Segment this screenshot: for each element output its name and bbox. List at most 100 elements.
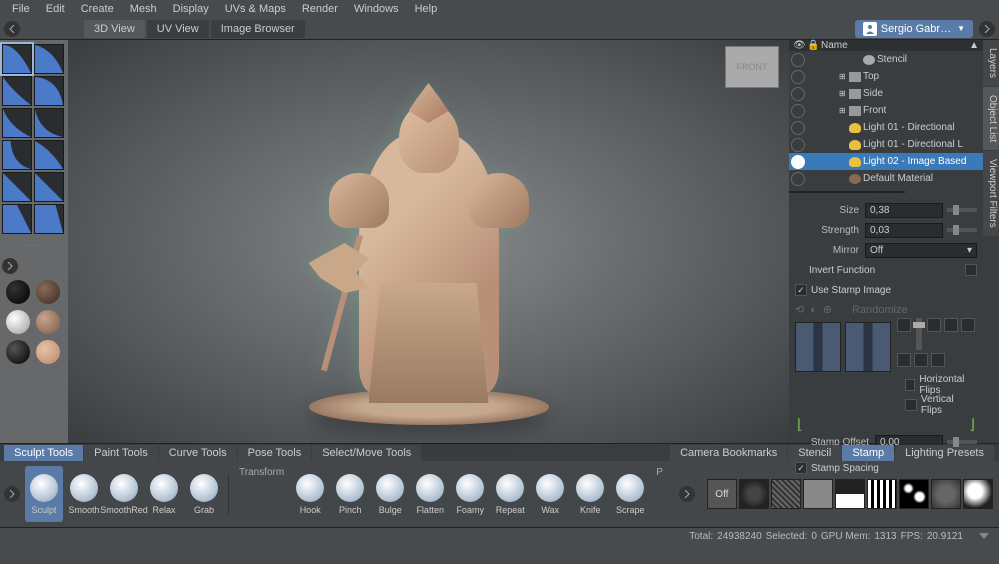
stamp-ctrl-4[interactable] xyxy=(961,318,975,332)
material-swatch-6[interactable] xyxy=(36,340,60,364)
menu-render[interactable]: Render xyxy=(294,3,346,15)
hflip-checkbox[interactable] xyxy=(905,379,915,391)
stamp-thumbnail-2[interactable] xyxy=(845,322,891,372)
stamp-ctrl-7[interactable] xyxy=(931,353,945,367)
falloff-curve-4[interactable] xyxy=(34,76,64,106)
tool-bulge[interactable]: Bulge xyxy=(371,466,409,522)
falloff-curve-3[interactable] xyxy=(2,76,32,106)
visibility-column-icon[interactable]: 👁 xyxy=(793,40,807,51)
tool-foamy[interactable]: Foamy xyxy=(451,466,489,522)
visibility-toggle[interactable] xyxy=(791,138,805,152)
stamp-ctrl-6[interactable] xyxy=(914,353,928,367)
tool-smoothred[interactable]: SmoothRed xyxy=(105,466,143,522)
falloff-curve-11[interactable] xyxy=(2,204,32,234)
visibility-toggle[interactable] xyxy=(791,121,805,135)
visibility-toggle[interactable] xyxy=(791,87,805,101)
stamp-preset-1[interactable] xyxy=(739,479,769,509)
menu-windows[interactable]: Windows xyxy=(346,3,407,15)
stamp-preset-6[interactable] xyxy=(899,479,929,509)
material-swatch-1[interactable] xyxy=(6,280,30,304)
visibility-toggle[interactable] xyxy=(791,104,805,118)
material-swatch-5[interactable] xyxy=(6,340,30,364)
tab-lighting-presets[interactable]: Lighting Presets xyxy=(895,445,994,461)
visibility-toggle[interactable] xyxy=(791,172,805,186)
tab-stamp[interactable]: Stamp xyxy=(842,445,894,461)
falloff-curve-5[interactable] xyxy=(2,108,32,138)
tab-paint-tools[interactable]: Paint Tools xyxy=(84,445,158,461)
size-slider[interactable] xyxy=(947,208,977,212)
stamp-preset-5[interactable] xyxy=(867,479,897,509)
tool-hook[interactable]: Hook xyxy=(291,466,329,522)
expand-icon[interactable]: ⊞ xyxy=(839,106,849,115)
panel-grip[interactable]: ····· xyxy=(24,240,44,250)
tool-flatten[interactable]: Flatten xyxy=(411,466,449,522)
stamp-offset-slider[interactable] xyxy=(947,440,977,444)
falloff-curve-8[interactable] xyxy=(34,140,64,170)
use-stamp-checkbox[interactable] xyxy=(795,284,807,296)
shelf-scroll-left[interactable] xyxy=(4,486,20,502)
outliner-item-default-material[interactable]: Default Material xyxy=(789,170,983,187)
tab-object-list[interactable]: Object List xyxy=(983,87,999,150)
lock-column-icon[interactable]: 🔒 xyxy=(807,40,821,51)
tab-image-browser[interactable]: Image Browser xyxy=(211,20,305,38)
outliner-item-side[interactable]: ⊞Side xyxy=(789,85,983,102)
material-swatch-3[interactable] xyxy=(6,310,30,334)
menu-edit[interactable]: Edit xyxy=(38,3,73,15)
stamp-flip-icon[interactable]: ◐ xyxy=(810,304,817,316)
right-panel-toggle[interactable] xyxy=(979,21,995,37)
menu-create[interactable]: Create xyxy=(73,3,122,15)
tab-viewport-filters[interactable]: Viewport Filters xyxy=(983,151,999,236)
tab-uv-view[interactable]: UV View xyxy=(147,20,209,38)
outliner-item-stencil[interactable]: Stencil xyxy=(789,51,983,68)
name-column-header[interactable]: Name xyxy=(821,40,848,51)
mirror-select[interactable]: Off▾ xyxy=(865,243,977,258)
tab-layers[interactable]: Layers xyxy=(983,40,999,86)
falloff-curve-1[interactable] xyxy=(2,44,32,74)
tool-wax[interactable]: Wax xyxy=(531,466,569,522)
expand-icon[interactable]: ⊞ xyxy=(839,72,849,81)
visibility-toggle[interactable] xyxy=(791,70,805,84)
tab-curve-tools[interactable]: Curve Tools xyxy=(159,445,237,461)
strength-field[interactable]: 0,03 xyxy=(865,223,943,238)
stamp-ctrl-5[interactable] xyxy=(897,353,911,367)
falloff-curve-9[interactable] xyxy=(2,172,32,202)
stamp-vslider[interactable] xyxy=(916,318,922,350)
menu-uvs-maps[interactable]: UVs & Maps xyxy=(217,3,294,15)
view-cube[interactable]: FRONT xyxy=(725,46,779,88)
tab-camera-bookmarks[interactable]: Camera Bookmarks xyxy=(670,445,787,461)
stamp-ctrl-1[interactable] xyxy=(897,318,911,332)
tool-knife[interactable]: Knife xyxy=(571,466,609,522)
stamp-preset-4[interactable] xyxy=(835,479,865,509)
invert-checkbox[interactable] xyxy=(965,264,977,276)
left-panel-toggle[interactable] xyxy=(4,21,20,37)
resize-grip-icon[interactable] xyxy=(979,533,989,539)
tab-pose-tools[interactable]: Pose Tools xyxy=(238,445,312,461)
stamp-preset-3[interactable] xyxy=(803,479,833,509)
falloff-curve-2[interactable] xyxy=(34,44,64,74)
stamp-scroll[interactable] xyxy=(679,486,695,502)
expand-icon[interactable]: ⊞ xyxy=(839,89,849,98)
stamp-preset-2[interactable] xyxy=(771,479,801,509)
stamp-spacing-checkbox[interactable] xyxy=(795,462,807,474)
tab-sculpt-tools[interactable]: Sculpt Tools xyxy=(4,445,83,461)
falloff-curve-12[interactable] xyxy=(34,204,64,234)
stamp-preset-7[interactable] xyxy=(931,479,961,509)
outliner-item-light-01-directional[interactable]: Light 01 - Directional xyxy=(789,119,983,136)
outliner-item-front[interactable]: ⊞Front xyxy=(789,102,983,119)
outliner-item-light-02-image-based[interactable]: Light 02 - Image Based xyxy=(789,153,983,170)
stamp-rotate-icon[interactable]: ⟲ xyxy=(795,303,804,316)
outliner-item-light-01-directional-l[interactable]: Light 01 - Directional L xyxy=(789,136,983,153)
menu-mesh[interactable]: Mesh xyxy=(122,3,165,15)
visibility-toggle[interactable] xyxy=(791,53,805,67)
tab-3d-view[interactable]: 3D View xyxy=(84,20,145,38)
falloff-curve-10[interactable] xyxy=(34,172,64,202)
vflip-checkbox[interactable] xyxy=(905,399,917,411)
stamp-reset-icon[interactable]: ⊕ xyxy=(823,303,832,316)
material-swatch-2[interactable] xyxy=(36,280,60,304)
material-swatch-4[interactable] xyxy=(36,310,60,334)
visibility-toggle[interactable] xyxy=(791,155,805,169)
tool-repeat[interactable]: Repeat xyxy=(491,466,529,522)
stamp-ctrl-2[interactable] xyxy=(927,318,941,332)
falloff-curve-6[interactable] xyxy=(34,108,64,138)
tool-smooth[interactable]: Smooth xyxy=(65,466,103,522)
